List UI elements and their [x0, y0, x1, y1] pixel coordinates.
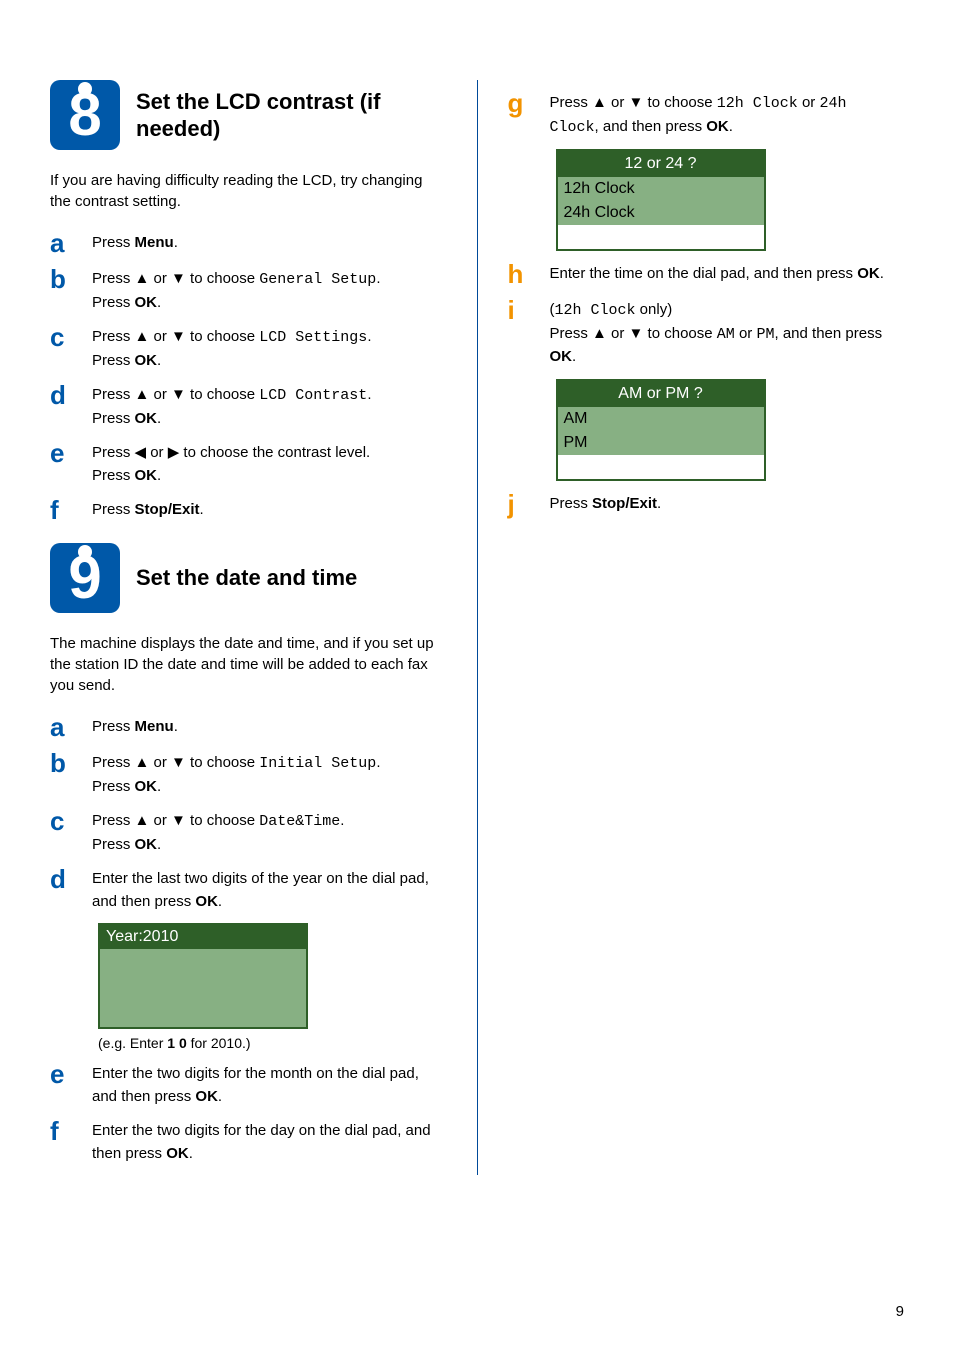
- lcd-clock-row-selected: 12h Clock: [558, 177, 764, 201]
- step-8e: e Press ◀ or ▶ to choose the contrast le…: [50, 440, 447, 487]
- step-9c: c Press ▲ or ▼ to choose Date&Time. Pres…: [50, 808, 447, 856]
- arrow-icons: ▲ or ▼: [135, 812, 186, 829]
- step-8a: a Press Menu.: [50, 230, 447, 256]
- step-9d: d Enter the last two digits of the year …: [50, 866, 447, 913]
- step-text: Press Menu.: [92, 230, 447, 255]
- step-letter: c: [50, 808, 74, 834]
- lcd-ampm-wrap: AM or PM ? AM PM: [556, 379, 905, 481]
- section-8-header: 8 Set the LCD contrast (if needed): [50, 80, 447, 150]
- step-letter: d: [50, 866, 74, 892]
- step-9g: g Press ▲ or ▼ to choose 12h Clock or 24…: [508, 90, 905, 139]
- step-9j: j Press Stop/Exit.: [508, 491, 905, 517]
- lcd-year-top: Year:2010: [100, 925, 306, 949]
- step-text: (12h Clock only) Press ▲ or ▼ to choose …: [550, 297, 905, 369]
- section-9-header: 9 Set the date and time: [50, 543, 447, 613]
- step-text: Enter the two digits for the month on th…: [92, 1061, 447, 1108]
- step-text: Enter the time on the dial pad, and then…: [550, 261, 905, 286]
- lcd-clock-title: 12 or 24 ?: [558, 151, 764, 177]
- step-letter: h: [508, 261, 532, 287]
- lcd-ampm-row-selected: AM: [558, 407, 764, 431]
- arrow-icons: ▲ or ▼: [135, 270, 186, 287]
- section-9-intro: The machine displays the date and time, …: [50, 633, 447, 696]
- lcd-ampm-display: AM or PM ? AM PM: [556, 379, 766, 481]
- step-letter: b: [50, 266, 74, 292]
- step-8f: f Press Stop/Exit.: [50, 497, 447, 523]
- lcd-year-body: [100, 949, 306, 1027]
- lcd-clock-row: 24h Clock: [558, 201, 764, 225]
- step-text: Press ▲ or ▼ to choose Date&Time. Press …: [92, 808, 447, 856]
- arrow-icons: ▲ or ▼: [135, 754, 186, 771]
- right-column: g Press ▲ or ▼ to choose 12h Clock or 24…: [508, 80, 905, 1175]
- step-number: 9: [50, 543, 120, 613]
- lcd-year-display: Year:2010: [98, 923, 308, 1029]
- lcd-clock-row-empty: [558, 225, 764, 249]
- step-letter: e: [50, 440, 74, 466]
- step-text: Press ▲ or ▼ to choose General Setup. Pr…: [92, 266, 447, 314]
- step-text: Press Stop/Exit.: [92, 497, 447, 522]
- lcd-year-caption: (e.g. Enter 1 0 for 2010.): [98, 1035, 447, 1051]
- arrow-icons: ▲ or ▼: [135, 328, 186, 345]
- lcd-ampm-row-empty: [558, 455, 764, 479]
- step-text: Press ▲ or ▼ to choose LCD Settings. Pre…: [92, 324, 447, 372]
- lcd-year-wrap: Year:2010 (e.g. Enter 1 0 for 2010.): [98, 923, 447, 1051]
- step-text: Press ▲ or ▼ to choose LCD Contrast. Pre…: [92, 382, 447, 430]
- column-divider: [477, 80, 478, 1175]
- lcd-clock-wrap: 12 or 24 ? 12h Clock 24h Clock: [556, 149, 905, 251]
- step-number-box-8: 8: [50, 80, 120, 150]
- step-letter: e: [50, 1061, 74, 1087]
- step-text: Press Menu.: [92, 714, 447, 739]
- step-letter: c: [50, 324, 74, 350]
- step-letter: i: [508, 297, 532, 323]
- lcd-ampm-title: AM or PM ?: [558, 381, 764, 407]
- arrow-icons: ▲ or ▼: [135, 386, 186, 403]
- left-column: 8 Set the LCD contrast (if needed) If yo…: [50, 80, 447, 1175]
- arrow-icons: ◀ or ▶: [135, 444, 180, 461]
- arrow-icons: ▲ or ▼: [592, 94, 643, 111]
- step-8c: c Press ▲ or ▼ to choose LCD Settings. P…: [50, 324, 447, 372]
- step-8d: d Press ▲ or ▼ to choose LCD Contrast. P…: [50, 382, 447, 430]
- lcd-clock-display: 12 or 24 ? 12h Clock 24h Clock: [556, 149, 766, 251]
- step-9h: h Enter the time on the dial pad, and th…: [508, 261, 905, 287]
- step-letter: b: [50, 750, 74, 776]
- step-letter: a: [50, 230, 74, 256]
- step-number-box-9: 9: [50, 543, 120, 613]
- step-letter: f: [50, 1118, 74, 1144]
- step-9b: b Press ▲ or ▼ to choose Initial Setup. …: [50, 750, 447, 798]
- step-letter: g: [508, 90, 532, 116]
- step-text: Enter the two digits for the day on the …: [92, 1118, 447, 1165]
- section-8-title: Set the LCD contrast (if needed): [136, 88, 447, 143]
- step-9f: f Enter the two digits for the day on th…: [50, 1118, 447, 1165]
- step-text: Press ▲ or ▼ to choose Initial Setup. Pr…: [92, 750, 447, 798]
- arrow-icons: ▲ or ▼: [592, 325, 643, 342]
- step-9e: e Enter the two digits for the month on …: [50, 1061, 447, 1108]
- page-number: 9: [896, 1303, 904, 1320]
- step-text: Enter the last two digits of the year on…: [92, 866, 447, 913]
- step-letter: j: [508, 491, 532, 517]
- step-9i: i (12h Clock only) Press ▲ or ▼ to choos…: [508, 297, 905, 369]
- section-8-intro: If you are having difficulty reading the…: [50, 170, 447, 212]
- section-9-title: Set the date and time: [136, 564, 357, 592]
- step-9a: a Press Menu.: [50, 714, 447, 740]
- step-number: 8: [50, 80, 120, 150]
- lcd-ampm-row: PM: [558, 431, 764, 455]
- step-text: Press Stop/Exit.: [550, 491, 905, 516]
- step-text: Press ◀ or ▶ to choose the contrast leve…: [92, 440, 447, 487]
- step-letter: d: [50, 382, 74, 408]
- step-letter: f: [50, 497, 74, 523]
- step-8b: b Press ▲ or ▼ to choose General Setup. …: [50, 266, 447, 314]
- step-letter: a: [50, 714, 74, 740]
- step-text: Press ▲ or ▼ to choose 12h Clock or 24h …: [550, 90, 905, 139]
